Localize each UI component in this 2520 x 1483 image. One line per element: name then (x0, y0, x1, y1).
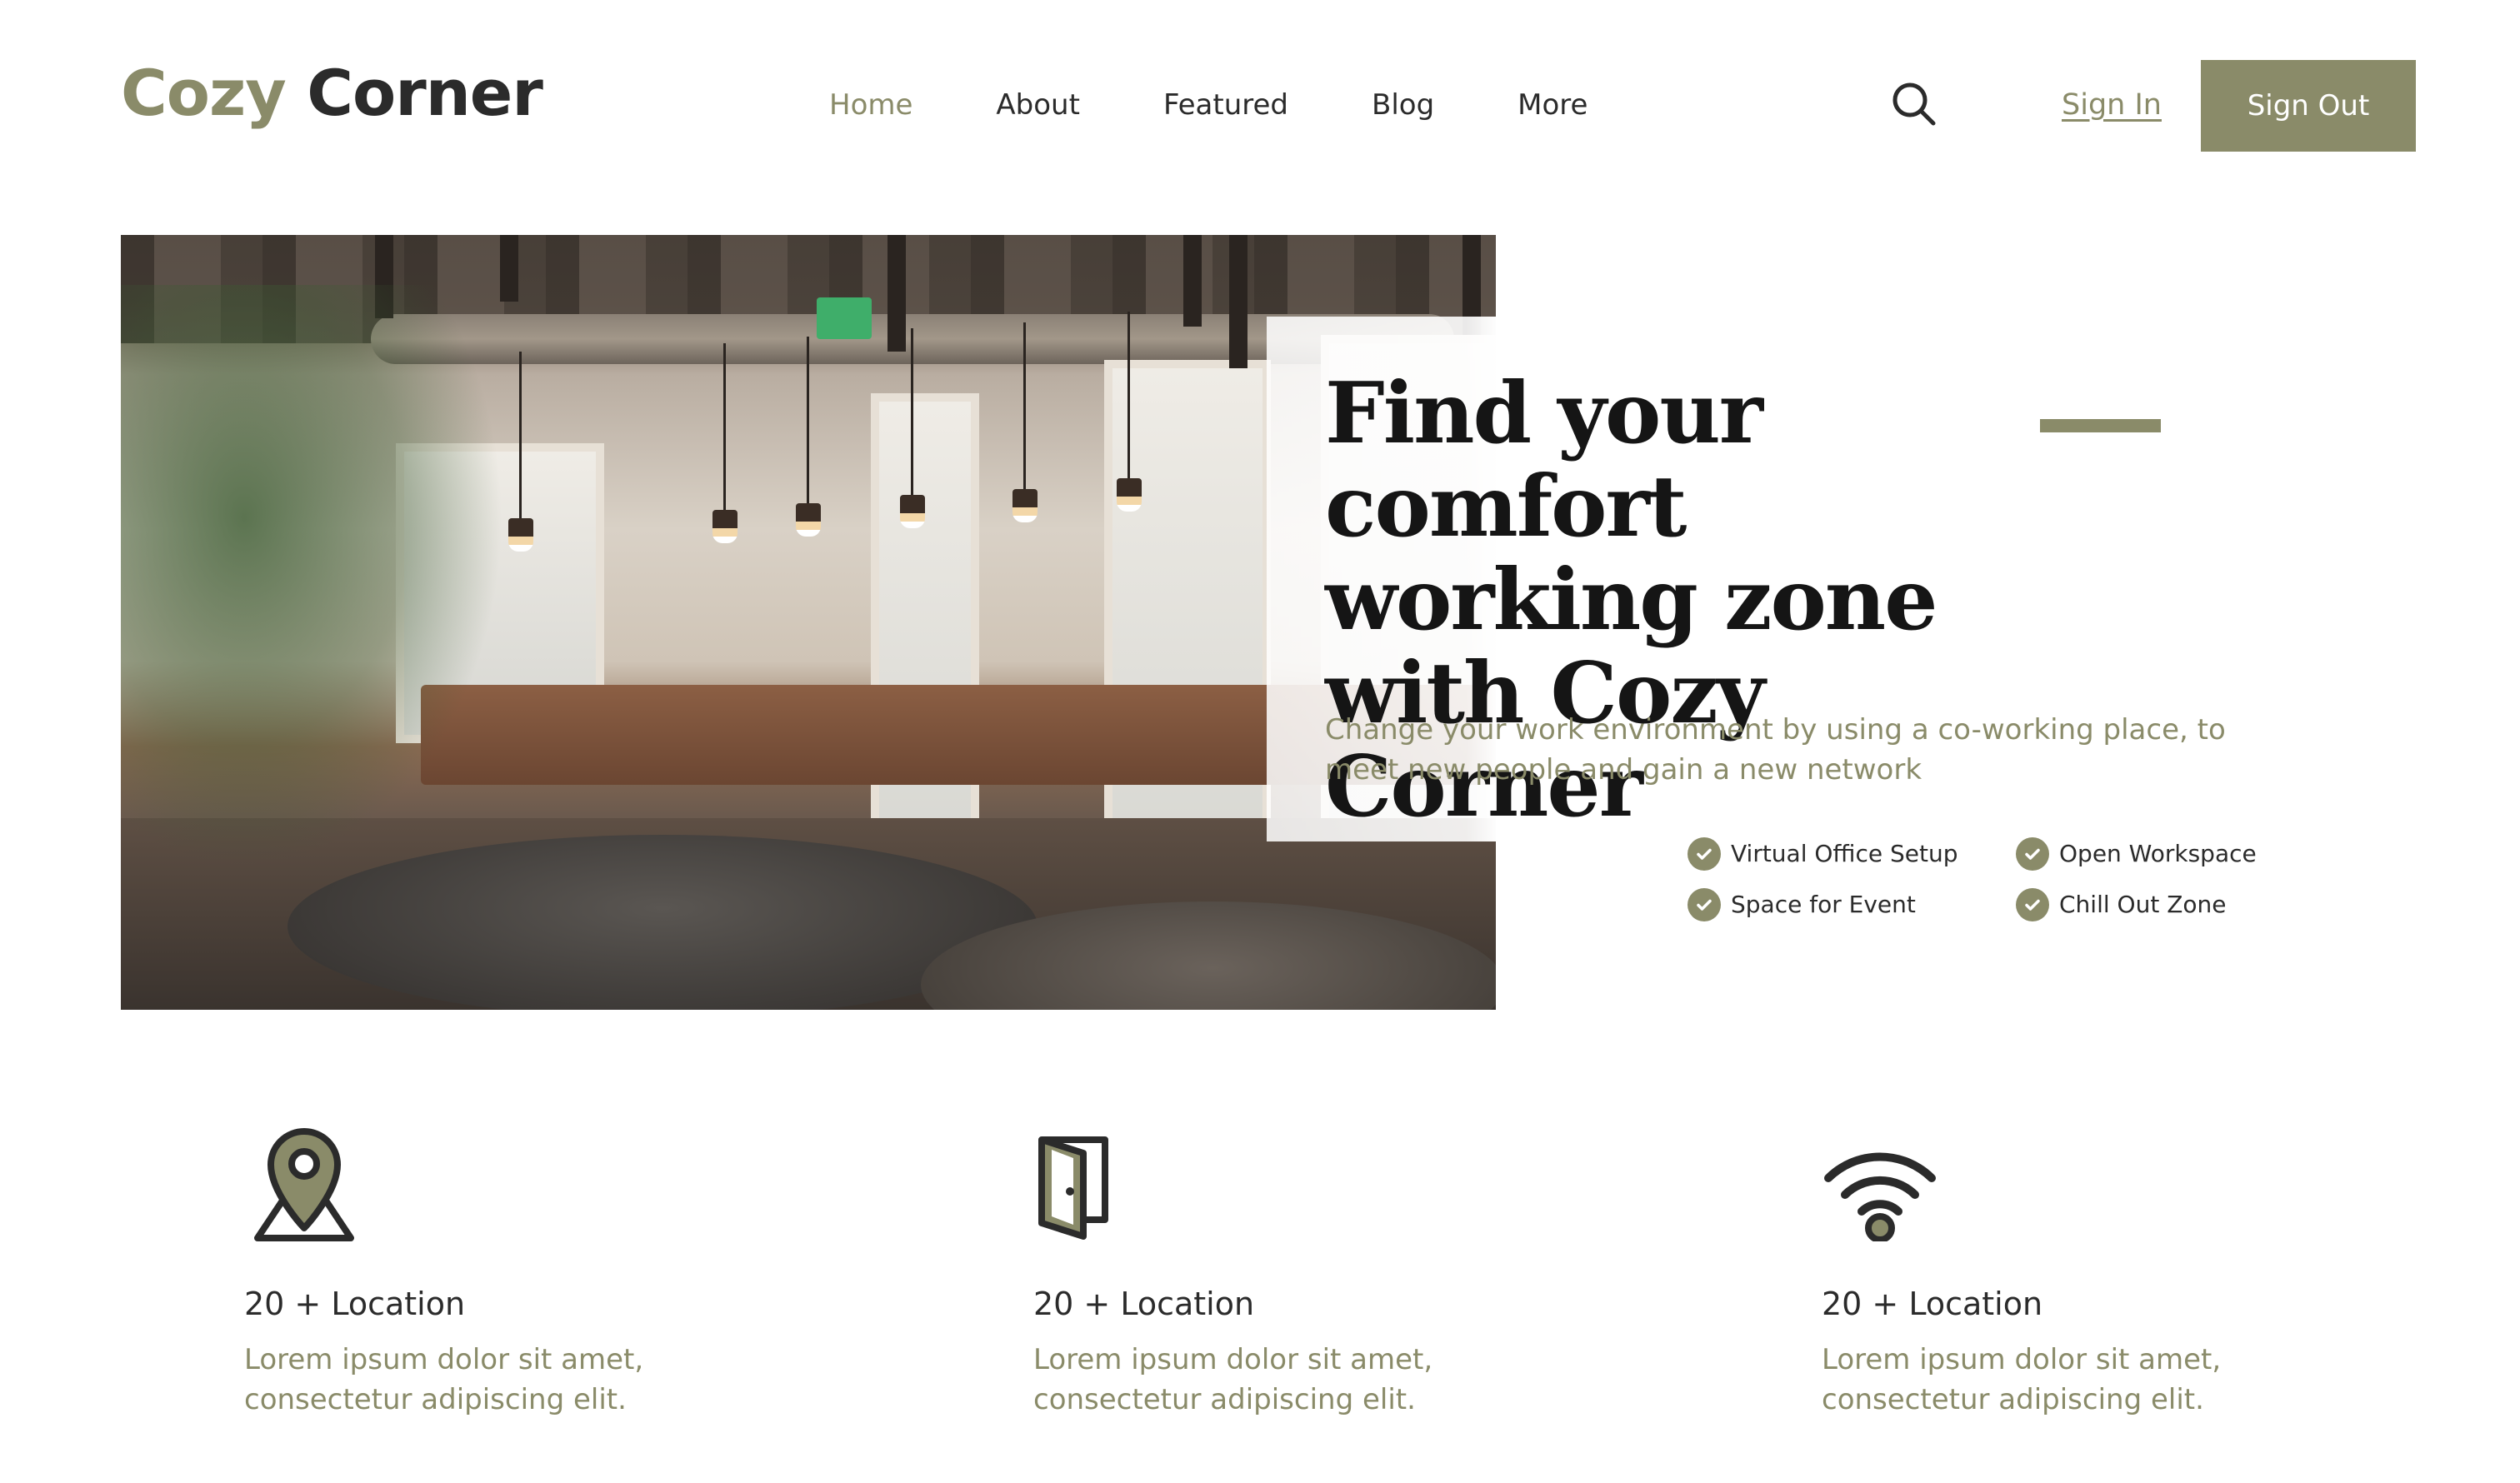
stat-title: 20 + Location (1822, 1286, 2043, 1322)
stat-card: 20 + Location Lorem ipsum dolor sit amet… (1033, 1116, 1533, 1420)
check-icon (2016, 837, 2049, 871)
location-pin-icon (244, 1116, 744, 1241)
search-button[interactable] (1885, 75, 1943, 133)
search-icon (1892, 82, 1936, 126)
stat-card: 20 + Location Lorem ipsum dolor sit amet… (1822, 1116, 2322, 1420)
hero-image-exit-sign (817, 297, 872, 339)
feature-item: Space for Event (1688, 888, 2016, 921)
hero-image-pendant (1229, 235, 1248, 368)
hero-image-lamp (796, 337, 821, 537)
hero-image-pendant (888, 235, 906, 352)
hero-image-lamp (712, 343, 738, 543)
hero-image-lamp (1117, 312, 1142, 512)
hero-subtitle: Change your work environment by using a … (1325, 713, 2226, 786)
feature-label: Chill Out Zone (2059, 891, 2227, 918)
stat-title: 20 + Location (1033, 1286, 1255, 1322)
hero-image-window (871, 393, 979, 860)
hero-image-lamp (508, 352, 533, 552)
sign-in-link[interactable]: Sign In (2062, 80, 2162, 130)
check-icon (1688, 888, 1721, 921)
hero-image-pendant (1183, 235, 1202, 327)
hero-image-lamp (900, 328, 925, 528)
feature-label: Virtual Office Setup (1731, 840, 1958, 867)
stat-card: 20 + Location Lorem ipsum dolor sit amet… (244, 1116, 744, 1420)
stat-description: Lorem ipsum dolor sit amet, consectetur … (244, 1343, 644, 1416)
nav-more[interactable]: More (1518, 80, 1588, 130)
wifi-icon (1822, 1116, 2322, 1241)
feature-label: Space for Event (1731, 891, 1916, 918)
feature-list: Virtual Office Setup Open Workspace Spac… (1688, 837, 2266, 921)
brand-logo-part2: Corner (307, 56, 543, 130)
hero-image-plant (121, 285, 504, 868)
feature-item: Virtual Office Setup (1688, 837, 2016, 871)
check-icon (2016, 888, 2049, 921)
stat-description: Lorem ipsum dolor sit amet, consectetur … (1033, 1343, 1433, 1416)
nav-featured[interactable]: Featured (1163, 80, 1288, 130)
check-icon (1688, 837, 1721, 871)
hero-image-lamp (1012, 322, 1038, 522)
feature-label: Open Workspace (2059, 840, 2257, 867)
nav-about[interactable]: About (996, 80, 1080, 130)
brand-logo-part1: Cozy (121, 56, 287, 130)
nav-blog[interactable]: Blog (1372, 80, 1434, 130)
brand-logo[interactable]: Cozy Corner (121, 52, 543, 135)
sign-out-button[interactable]: Sign Out (2201, 60, 2416, 152)
feature-item: Open Workspace (2016, 837, 2266, 871)
hero-accent-rule (2040, 419, 2161, 432)
door-icon (1033, 1116, 1533, 1241)
main-nav: Home About Featured Blog More (829, 80, 1588, 130)
nav-home[interactable]: Home (829, 80, 912, 130)
stat-title: 20 + Location (244, 1286, 466, 1322)
feature-item: Chill Out Zone (2016, 888, 2266, 921)
stat-description: Lorem ipsum dolor sit amet, consectetur … (1822, 1343, 2222, 1416)
